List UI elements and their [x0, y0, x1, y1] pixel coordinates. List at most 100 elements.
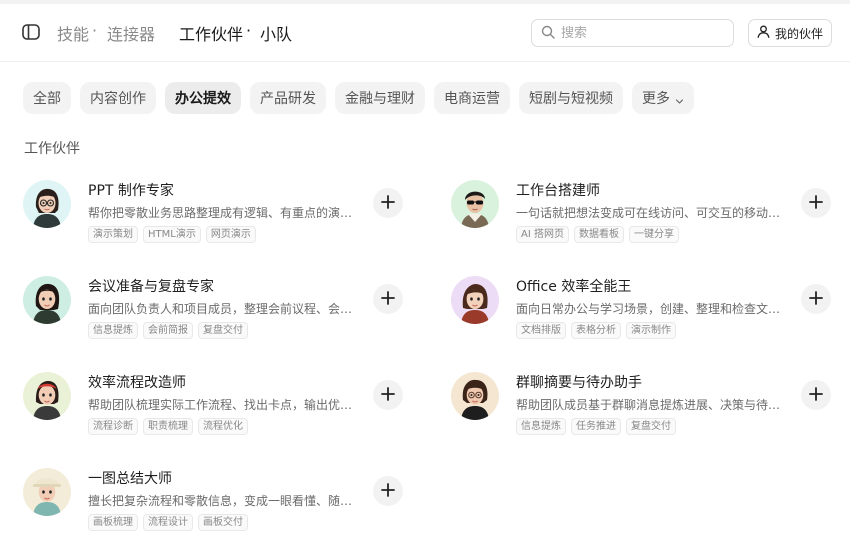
tag: 信息提炼 — [516, 418, 566, 435]
tab-content-creation[interactable]: 内容创作 — [80, 82, 156, 114]
partner-card[interactable]: 效率流程改造师 帮助团队梳理实际工作流程、找出卡点，输出优化方案 流程诊断 职责… — [23, 368, 407, 440]
tag: HTML演示 — [143, 226, 201, 243]
tag: 表格分析 — [571, 322, 621, 339]
card-title: 群聊摘要与待办助手 — [516, 375, 642, 391]
tag: 会前简报 — [143, 322, 193, 339]
tag: 职责梳理 — [143, 418, 193, 435]
tag: 流程诊断 — [88, 418, 138, 435]
tag: 信息提炼 — [88, 322, 138, 339]
tag: 画板交付 — [198, 514, 248, 531]
plus-icon — [381, 290, 395, 309]
tab-label: 全部 — [33, 91, 61, 107]
header: 技能 · 连接器 工作伙伴 · 小队 我的伙伴 — [0, 4, 850, 62]
nav-skills[interactable]: 技能 — [57, 21, 89, 45]
nav-teams[interactable]: 小队 — [260, 21, 292, 45]
nav-separator: · — [92, 21, 98, 40]
avatar — [23, 372, 71, 420]
tag: 画板梳理 — [88, 514, 138, 531]
partner-card[interactable]: PPT 制作专家 帮你把零散业务思路整理成有逻辑、有重点的演示文稿 演示策划 H… — [23, 176, 407, 248]
chevron-down-icon — [675, 94, 684, 104]
avatar — [23, 468, 71, 516]
tag: 任务推进 — [571, 418, 621, 435]
partner-card[interactable]: 会议准备与复盘专家 面向团队负责人和项目成员，整理会前议程、会后纪要 信息提炼 … — [23, 272, 407, 344]
add-partner-button[interactable] — [373, 284, 403, 314]
card-title: PPT 制作专家 — [88, 183, 174, 199]
category-tabs: 全部 内容创作 办公提效 产品研发 金融与理财 电商运营 短剧与短视频 更多 — [23, 82, 694, 114]
add-partner-button[interactable] — [801, 284, 831, 314]
add-partner-button[interactable] — [801, 188, 831, 218]
my-partners-label: 我的伙伴 — [774, 26, 823, 41]
plus-icon — [809, 290, 823, 309]
card-tags: 文档排版 表格分析 演示制作 — [516, 322, 676, 339]
tab-office-efficiency[interactable]: 办公提效 — [165, 82, 241, 114]
add-partner-button[interactable] — [801, 380, 831, 410]
avatar — [451, 276, 499, 324]
nav-connectors[interactable]: 连接器 — [107, 21, 155, 45]
tag: 流程设计 — [143, 514, 193, 531]
card-title: 效率流程改造师 — [88, 375, 186, 391]
avatar — [451, 372, 499, 420]
plus-icon — [381, 482, 395, 501]
tab-more[interactable]: 更多 — [632, 82, 694, 114]
card-title: 会议准备与复盘专家 — [88, 279, 214, 295]
tab-label: 短剧与短视频 — [529, 91, 613, 107]
plus-icon — [809, 386, 823, 405]
card-description: 擅长把复杂流程和零散信息，变成一眼看懂、随手可用的图 — [88, 494, 360, 508]
nav-partners[interactable]: 工作伙伴 — [179, 21, 243, 45]
card-description: 一句话就把想法变成可在线访问、可交互的移动端工作台 — [516, 206, 788, 220]
search-box[interactable] — [531, 19, 734, 47]
plus-icon — [381, 386, 395, 405]
tag: 数据看板 — [573, 226, 624, 243]
partner-card[interactable]: 群聊摘要与待办助手 帮助团队成员基于群聊消息提炼进展、决策与待办事项 信息提炼 … — [451, 368, 835, 440]
add-partner-button[interactable] — [373, 380, 403, 410]
tag: AI 搭网页 — [516, 226, 569, 243]
tag: 网页演示 — [205, 226, 256, 243]
my-partners-button[interactable]: 我的伙伴 — [748, 19, 832, 47]
card-tags: 流程诊断 职责梳理 流程优化 — [88, 418, 248, 435]
avatar — [23, 276, 71, 324]
search-icon — [541, 24, 555, 43]
card-tags: 信息提炼 任务推进 复盘交付 — [516, 418, 676, 435]
tag: 复盘交付 — [626, 418, 676, 435]
tab-product-rd[interactable]: 产品研发 — [250, 82, 326, 114]
card-description: 面向团队负责人和项目成员，整理会前议程、会后纪要 — [88, 302, 360, 316]
partner-card[interactable]: 一图总结大师 擅长把复杂流程和零散信息，变成一眼看懂、随手可用的图 画板梳理 流… — [23, 464, 407, 536]
tag: 文档排版 — [516, 322, 566, 339]
tab-finance[interactable]: 金融与理财 — [335, 82, 425, 114]
plus-icon — [381, 194, 395, 213]
card-description: 帮助团队成员基于群聊消息提炼进展、决策与待办事项 — [516, 398, 788, 412]
tab-all[interactable]: 全部 — [23, 82, 71, 114]
card-title: 一图总结大师 — [88, 471, 172, 487]
tab-label: 产品研发 — [260, 91, 316, 107]
tab-label: 更多 — [642, 91, 670, 107]
card-title: Office 效率全能王 — [516, 279, 632, 295]
avatar — [23, 180, 71, 228]
tab-label: 办公提效 — [175, 91, 231, 107]
user-icon — [757, 25, 770, 41]
tag: 一键分享 — [628, 226, 679, 243]
card-description: 帮助团队梳理实际工作流程、找出卡点，输出优化方案 — [88, 398, 360, 412]
tag: 流程优化 — [198, 418, 248, 435]
add-partner-button[interactable] — [373, 188, 403, 218]
card-tags: 画板梳理 流程设计 画板交付 — [88, 514, 248, 531]
section-title: 工作伙伴 — [24, 141, 80, 157]
card-tags: 信息提炼 会前简报 复盘交付 — [88, 322, 248, 339]
tag: 演示制作 — [626, 322, 676, 339]
sidebar-toggle-icon[interactable] — [22, 24, 40, 40]
card-tags: 演示策划 HTML演示 网页演示 — [88, 226, 256, 243]
tab-label: 内容创作 — [90, 91, 146, 107]
tag: 演示策划 — [88, 226, 138, 243]
card-title: 工作台搭建师 — [516, 183, 600, 199]
plus-icon — [809, 194, 823, 213]
tab-ecommerce[interactable]: 电商运营 — [434, 82, 510, 114]
tab-label: 电商运营 — [444, 91, 500, 107]
card-description: 帮你把零散业务思路整理成有逻辑、有重点的演示文稿 — [88, 206, 360, 220]
partner-card[interactable]: 工作台搭建师 一句话就把想法变成可在线访问、可交互的移动端工作台 AI 搭网页 … — [451, 176, 835, 248]
avatar — [451, 180, 499, 228]
search-input[interactable] — [561, 25, 721, 41]
tag: 复盘交付 — [198, 322, 248, 339]
tab-short-video[interactable]: 短剧与短视频 — [519, 82, 623, 114]
add-partner-button[interactable] — [373, 476, 403, 506]
partner-card[interactable]: Office 效率全能王 面向日常办公与学习场景，创建、整理和检查文档表格 文档… — [451, 272, 835, 344]
card-tags: AI 搭网页 数据看板 一键分享 — [516, 226, 679, 243]
